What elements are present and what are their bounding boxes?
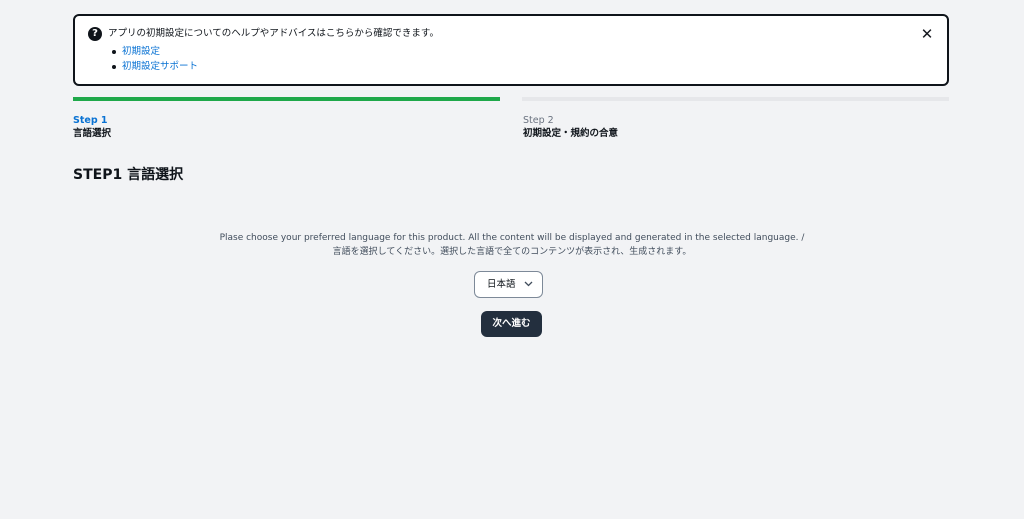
list-item: 初期設定サポート (108, 59, 198, 74)
step-2-number: Step 2 (523, 115, 554, 126)
close-icon[interactable]: ✕ (919, 26, 935, 42)
alert-message: アプリの初期設定についてのヘルプやアドバイスはこちらから確認できます。 (108, 28, 439, 39)
step-1-name: 言語選択 (73, 128, 112, 139)
chevron-down-icon (524, 272, 533, 297)
description-japanese: 言語を選択してください。選択した言語で全てのコンテンツが表示され、生成されます。 (332, 247, 692, 257)
description-english: Plase choose your preferred language for… (219, 233, 805, 243)
language-select-value: 日本語 (487, 279, 516, 290)
step-1-number: Step 1 (73, 115, 108, 126)
page-title: STEP1 言語選択 (73, 167, 184, 183)
help-icon: ? (88, 27, 102, 41)
language-select[interactable]: 日本語 (474, 271, 543, 298)
step-1-progress-bar (73, 97, 500, 101)
list-item: 初期設定 (108, 44, 198, 59)
step-2-name: 初期設定・規約の合意 (523, 128, 619, 139)
step-2-progress-bar (522, 97, 949, 101)
next-button[interactable]: 次へ進む (481, 311, 542, 337)
step-2: Step 2 初期設定・規約の合意 (523, 114, 618, 141)
link-initial-settings[interactable]: 初期設定 (122, 46, 160, 57)
step-1: Step 1 言語選択 (73, 114, 111, 141)
alert-link-list: 初期設定 初期設定サポート (108, 44, 198, 74)
help-alert: ? アプリの初期設定についてのヘルプやアドバイスはこちらから確認できます。 初期… (73, 14, 949, 86)
link-initial-settings-support[interactable]: 初期設定サポート (122, 61, 198, 72)
